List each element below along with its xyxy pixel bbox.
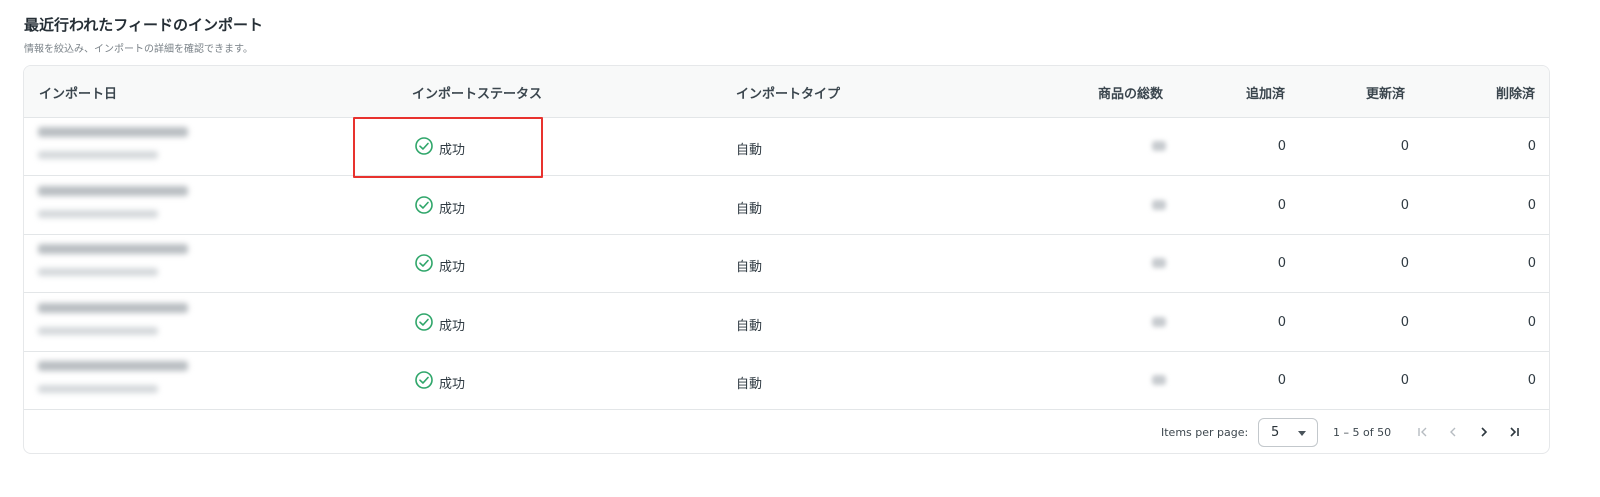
column-header-status[interactable]: インポートステータス xyxy=(412,83,542,102)
column-header-total[interactable]: 商品の総数 xyxy=(1098,83,1163,102)
page-subtitle: 情報を絞込み、インポートの詳細を確認できます。 xyxy=(24,44,253,55)
added-count: 0 xyxy=(1277,314,1286,330)
paginator: Items per page: 5 1 – 5 of 50 xyxy=(24,411,1549,453)
updated-count: 0 xyxy=(1400,197,1409,213)
import-type: 自動 xyxy=(736,201,763,217)
items-per-page-value: 5 xyxy=(1271,425,1280,440)
page-title: 最近行われたフィードのインポート xyxy=(24,16,263,34)
deleted-count: 0 xyxy=(1527,314,1536,330)
feed-import-panel: 最近行われたフィードのインポート 情報を絞込み、インポートの詳細を確認できます。… xyxy=(0,0,1600,497)
next-page-button[interactable] xyxy=(1471,419,1497,445)
last-page-button[interactable] xyxy=(1501,419,1527,445)
added-count: 0 xyxy=(1277,256,1286,271)
updated-count: 0 xyxy=(1400,256,1409,271)
import-date-redacted xyxy=(38,359,208,401)
table-row[interactable]: 成功 自動 0 0 0 xyxy=(24,293,1549,352)
product-total-redacted xyxy=(1152,316,1166,327)
import-type: 自動 xyxy=(736,143,763,158)
table-row[interactable]: 成功 自動 0 0 0 xyxy=(24,234,1549,293)
updated-count: 0 xyxy=(1400,314,1409,330)
chevron-left-icon xyxy=(1450,427,1456,437)
caret-down-icon xyxy=(1298,431,1306,436)
import-date-redacted xyxy=(38,242,208,284)
last-page-icon xyxy=(1510,427,1519,437)
deleted-count: 0 xyxy=(1527,256,1536,271)
deleted-count: 0 xyxy=(1527,139,1536,154)
status-label: 成功 xyxy=(439,377,466,392)
updated-count: 0 xyxy=(1400,139,1409,154)
table-header: インポート日 インポートステータス インポートタイプ 商品の総数 追加済 更新済… xyxy=(24,66,1549,118)
table-row[interactable]: 成功 自動 0 0 0 xyxy=(24,351,1549,410)
added-count: 0 xyxy=(1277,139,1286,154)
import-type: 自動 xyxy=(736,260,763,275)
check-circle-icon xyxy=(415,254,433,272)
status-label: 成功 xyxy=(439,260,466,275)
updated-count: 0 xyxy=(1400,373,1409,388)
items-per-page-select[interactable]: 5 xyxy=(1258,418,1318,447)
imports-table: インポート日 インポートステータス インポートタイプ 商品の総数 追加済 更新済… xyxy=(23,65,1550,454)
import-date-redacted xyxy=(38,184,208,226)
product-total-redacted xyxy=(1152,141,1166,151)
import-type: 自動 xyxy=(736,377,763,392)
table-row[interactable]: 成功 自動 0 0 0 xyxy=(24,117,1549,176)
import-type: 自動 xyxy=(736,318,763,334)
product-total-redacted xyxy=(1152,258,1166,268)
deleted-count: 0 xyxy=(1527,197,1536,213)
chevron-right-icon xyxy=(1481,427,1488,437)
added-count: 0 xyxy=(1277,197,1286,213)
column-header-added[interactable]: 追加済 xyxy=(1246,83,1285,102)
first-page-button[interactable] xyxy=(1410,419,1436,445)
highlight-box xyxy=(353,117,543,178)
first-page-icon xyxy=(1418,427,1427,437)
deleted-count: 0 xyxy=(1527,373,1536,388)
product-total-redacted xyxy=(1152,199,1166,210)
check-circle-icon xyxy=(415,371,433,389)
check-circle-icon xyxy=(415,312,433,331)
added-count: 0 xyxy=(1277,373,1286,388)
check-circle-icon xyxy=(415,195,433,214)
status-label: 成功 xyxy=(439,201,466,217)
page-range-label: 1 – 5 of 50 xyxy=(1333,426,1392,439)
import-date-redacted xyxy=(38,301,208,343)
table-row[interactable]: 成功 自動 0 0 0 xyxy=(24,176,1549,235)
import-date-redacted xyxy=(38,125,208,167)
items-per-page-label: Items per page: xyxy=(1161,426,1249,439)
status-label: 成功 xyxy=(439,318,466,334)
column-header-updated[interactable]: 更新済 xyxy=(1366,83,1405,102)
column-header-date[interactable]: インポート日 xyxy=(39,83,117,102)
column-header-deleted[interactable]: 削除済 xyxy=(1496,83,1535,102)
product-total-redacted xyxy=(1152,375,1166,385)
column-header-type[interactable]: インポートタイプ xyxy=(736,83,840,102)
previous-page-button[interactable] xyxy=(1440,419,1466,445)
